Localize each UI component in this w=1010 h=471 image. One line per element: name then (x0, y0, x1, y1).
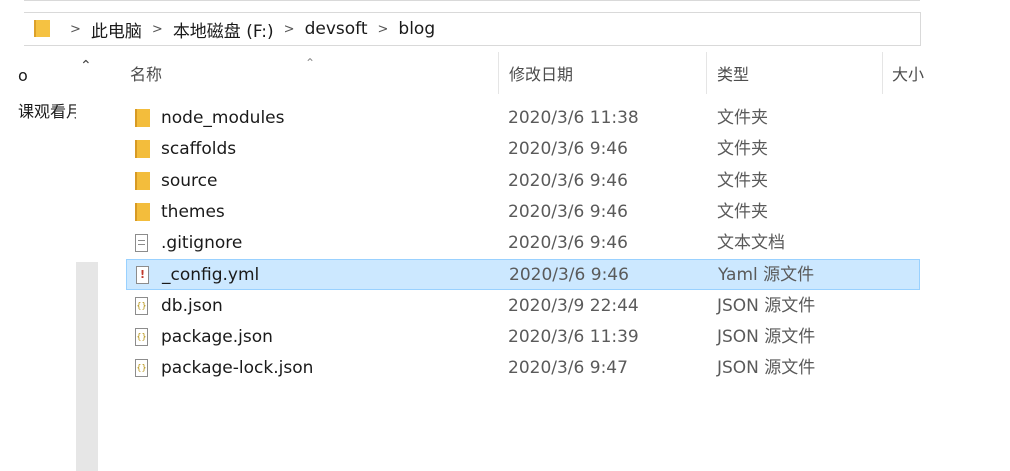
file-type: 文件夹 (717, 202, 768, 222)
chevron-right-icon[interactable]: > (284, 22, 295, 37)
chevron-right-icon[interactable]: > (378, 22, 389, 37)
file-date-modified: 2020/3/6 9:46 (508, 233, 628, 253)
folder-icon (34, 20, 50, 37)
json-file-icon: {} (135, 328, 148, 346)
file-row[interactable]: scaffolds 2020/3/6 9:46 文件夹 (126, 134, 920, 165)
breadcrumb-item-drive[interactable]: 本地磁盘 (F:) (173, 17, 274, 42)
file-row[interactable]: themes 2020/3/6 9:46 文件夹 (126, 197, 920, 228)
file-date-modified: 2020/3/6 9:46 (508, 171, 628, 191)
file-name: node_modules (161, 108, 285, 128)
folder-icon (135, 172, 150, 190)
toolbar-divider (24, 0, 920, 1)
file-date-modified: 2020/3/6 11:38 (508, 108, 639, 128)
file-name: db.json (161, 296, 223, 316)
column-header-date-modified[interactable]: 修改日期 (509, 52, 573, 94)
chevron-right-icon[interactable]: > (70, 22, 81, 37)
file-explorer-window: > 此电脑 > 本地磁盘 (F:) > devsoft > blog o 课观看… (0, 0, 1010, 471)
file-row[interactable]: node_modules 2020/3/6 11:38 文件夹 (126, 103, 920, 134)
json-file-icon: {} (135, 359, 148, 377)
file-name: source (161, 171, 218, 191)
yaml-file-icon: ! (136, 266, 149, 284)
nav-item[interactable]: o (18, 66, 28, 85)
file-date-modified: 2020/3/6 11:39 (508, 327, 639, 347)
file-name: _config.yml (162, 265, 260, 285)
nav-scrollbar-thumb[interactable] (76, 262, 98, 471)
text-file-icon (135, 234, 148, 252)
folder-icon (135, 140, 150, 158)
column-divider[interactable] (498, 52, 499, 94)
file-row[interactable]: source 2020/3/6 9:46 文件夹 (126, 166, 920, 197)
file-date-modified: 2020/3/9 22:44 (508, 296, 639, 316)
column-header-type[interactable]: 类型 (717, 52, 749, 94)
column-header-size[interactable]: 大小 (892, 52, 924, 94)
file-type: JSON 源文件 (717, 358, 816, 378)
file-date-modified: 2020/3/6 9:46 (509, 265, 629, 285)
breadcrumb-item-blog[interactable]: blog (398, 19, 435, 39)
file-type: JSON 源文件 (717, 327, 816, 347)
file-date-modified: 2020/3/6 9:46 (508, 139, 628, 159)
folder-icon (135, 203, 150, 221)
file-type: 文件夹 (717, 139, 768, 159)
address-bar[interactable]: > 此电脑 > 本地磁盘 (F:) > devsoft > blog (24, 12, 921, 46)
file-name: package.json (161, 327, 273, 347)
file-name: themes (161, 202, 225, 222)
chevron-right-icon[interactable]: > (152, 22, 163, 37)
file-date-modified: 2020/3/6 9:46 (508, 202, 628, 222)
scroll-up-icon[interactable]: ⌃ (80, 58, 92, 74)
sort-ascending-icon: ⌃ (305, 56, 316, 70)
file-type: Yaml 源文件 (718, 265, 815, 285)
file-name: .gitignore (161, 233, 243, 253)
file-name: scaffolds (161, 139, 237, 159)
column-divider[interactable] (706, 52, 707, 94)
column-header-name[interactable]: 名称 (130, 52, 162, 94)
file-type: 文件夹 (717, 108, 768, 128)
file-date-modified: 2020/3/6 9:47 (508, 358, 628, 378)
file-row[interactable]: {} package-lock.json 2020/3/6 9:47 JSON … (126, 353, 920, 384)
folder-icon (135, 109, 150, 127)
nav-item[interactable]: 课观看月 (18, 98, 76, 122)
breadcrumb-item-this-pc[interactable]: 此电脑 (91, 17, 142, 42)
navigation-pane: o 课观看月 (0, 54, 76, 471)
breadcrumb: > 此电脑 > 本地磁盘 (F:) > devsoft > blog (60, 13, 435, 45)
file-type: JSON 源文件 (717, 296, 816, 316)
file-row[interactable]: {} db.json 2020/3/9 22:44 JSON 源文件 (126, 291, 920, 322)
column-divider[interactable] (882, 52, 883, 94)
file-row-selected[interactable]: ! _config.yml 2020/3/6 9:46 Yaml 源文件 (126, 259, 920, 290)
file-type: 文本文档 (717, 233, 785, 253)
file-row[interactable]: {} package.json 2020/3/6 11:39 JSON 源文件 (126, 322, 920, 353)
breadcrumb-item-devsoft[interactable]: devsoft (305, 19, 368, 39)
file-name: package-lock.json (161, 358, 314, 378)
file-type: 文件夹 (717, 171, 768, 191)
json-file-icon: {} (135, 297, 148, 315)
file-row[interactable]: .gitignore 2020/3/6 9:46 文本文档 (126, 228, 920, 259)
